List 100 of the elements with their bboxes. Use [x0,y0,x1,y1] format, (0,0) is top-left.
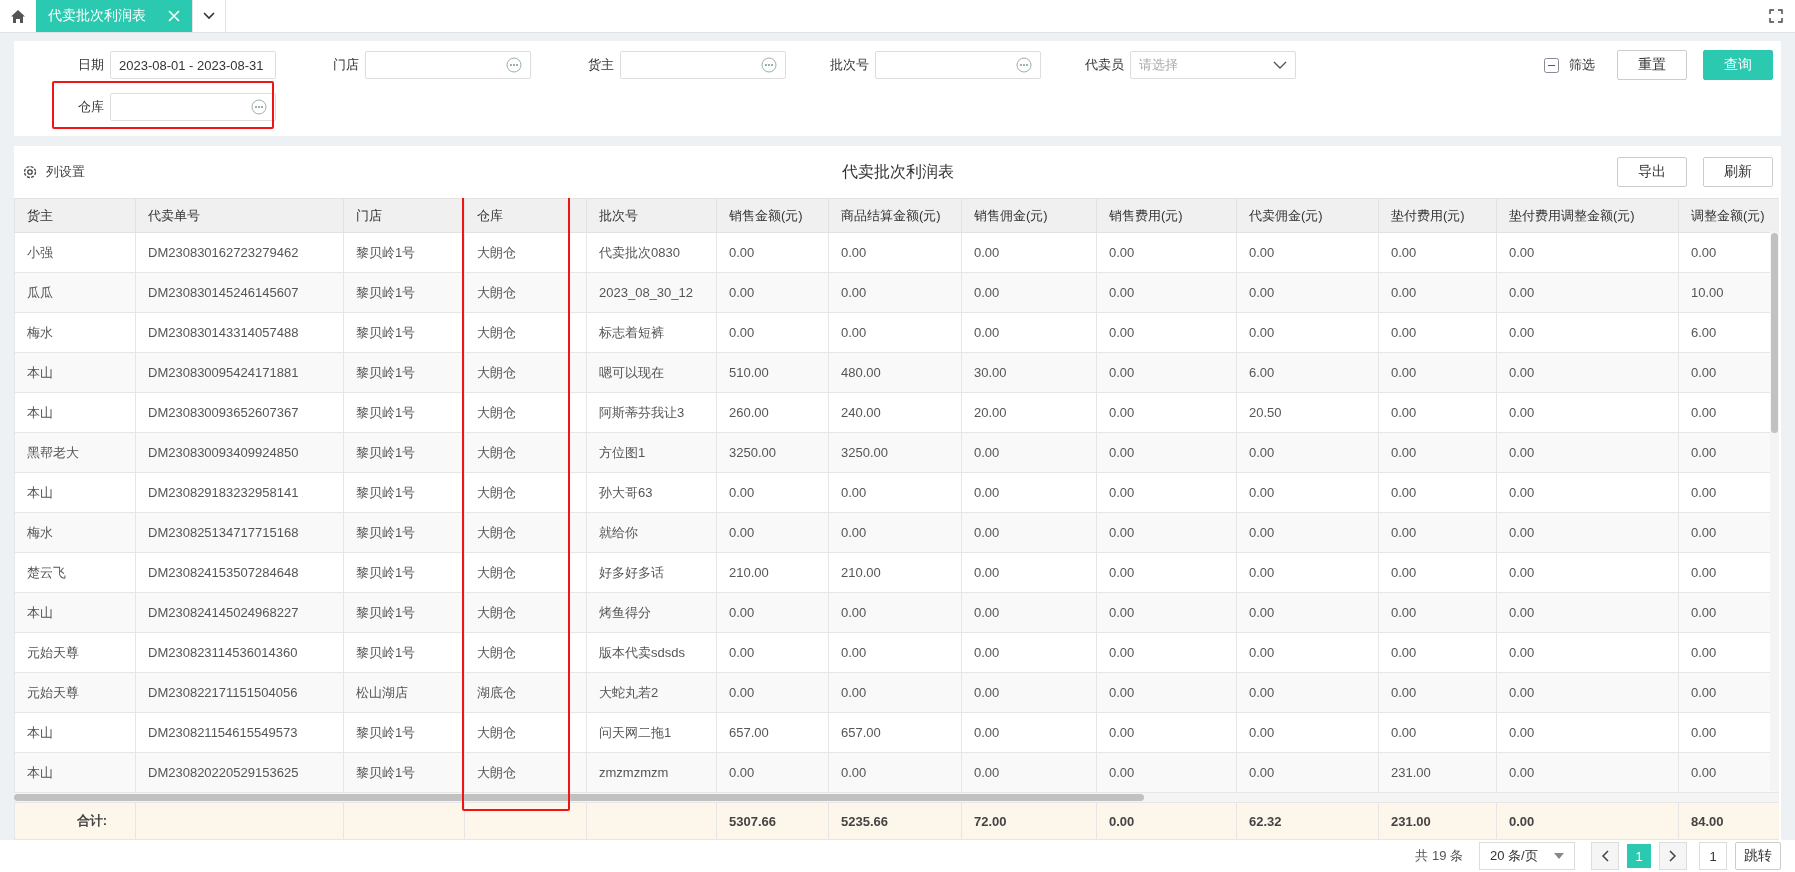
filter-toggle[interactable]: 筛选 [1544,56,1595,74]
table-cell: 本山 [14,352,136,393]
picker-field[interactable] [875,51,1041,79]
table-cell: 0.00 [1378,352,1497,393]
table-cell: 标志着短裤 [586,312,717,353]
table-cell: 本山 [14,752,136,793]
table-cell: 版本代卖sdsds [586,632,717,673]
table-cell: 0.00 [1236,752,1379,793]
column-header[interactable]: 销售金额(元) [716,198,829,233]
page-jump-field[interactable]: 1 [1699,842,1727,870]
total-cell: 0.00 [1496,802,1679,840]
table-cell: 元始天尊 [14,672,136,713]
table-cell: 楚云飞 [14,552,136,593]
table-cell: DM230820220529153625 [135,752,344,793]
table-cell: 黎贝岭1号 [343,552,465,593]
table-cell: 480.00 [828,352,962,393]
table-cell: 黎贝岭1号 [343,512,465,553]
table-cell: 0.00 [1236,432,1379,473]
table-cell: DM230829183232958141 [135,472,344,513]
table-cell: 0.00 [1378,312,1497,353]
previous-page-button[interactable] [1591,842,1619,870]
column-header[interactable]: 货主 [14,198,136,233]
table-cell: 30.00 [961,352,1097,393]
minus-box-icon[interactable] [1544,57,1559,73]
table-cell: 0.00 [1496,712,1679,753]
column-header[interactable]: 门店 [343,198,465,233]
column-header[interactable]: 销售费用(元) [1096,198,1237,233]
table-cell: 本山 [14,472,136,513]
column-header[interactable]: 批次号 [586,198,717,233]
table-cell: 0.00 [1378,392,1497,433]
table-cell: 0.00 [1096,312,1237,353]
vertical-scrollbar[interactable] [1770,231,1779,791]
table-cell: 0.00 [1496,232,1679,273]
table-cell: 黎贝岭1号 [343,712,465,753]
table-cell: 黎贝岭1号 [343,592,465,633]
table-cell: 0.00 [1378,632,1497,673]
more-icon[interactable] [1016,57,1032,73]
column-settings-button[interactable]: 列设置 [22,163,85,181]
date-range-field[interactable]: 2023-08-01 - 2023-08-31 [110,51,276,79]
jump-button[interactable]: 跳转 [1735,842,1781,870]
table-cell: 黎贝岭1号 [343,232,465,273]
column-header[interactable]: 调整金额(元) [1678,198,1779,233]
table-cell: 0.00 [828,272,962,313]
page-size-select[interactable]: 20 条/页 [1479,842,1575,870]
tab-menu-button[interactable] [192,0,226,32]
column-header[interactable]: 代卖单号 [135,198,344,233]
next-page-button[interactable] [1659,842,1687,870]
table-cell: 0.00 [1096,632,1237,673]
table-cell: 方位图1 [586,432,717,473]
table-cell: 0.00 [1496,472,1679,513]
table-cell: 0.00 [1096,352,1237,393]
reset-button[interactable]: 重置 [1617,50,1687,80]
table-cell: 大朗仓 [464,632,587,673]
table-cell: 大朗仓 [464,752,587,793]
column-header[interactable]: 仓库 [464,198,587,233]
toolbar-button[interactable]: 刷新 [1703,157,1773,187]
table-cell: 0.00 [828,752,962,793]
column-header[interactable]: 垫付费用调整金额(元) [1496,198,1679,233]
more-icon[interactable] [251,99,267,115]
table-cell: 0.00 [961,512,1097,553]
chevron-down-icon [1273,61,1287,69]
picker-field[interactable] [110,93,276,121]
table-cell: 黎贝岭1号 [343,312,465,353]
column-header[interactable]: 代卖佣金(元) [1236,198,1379,233]
table-cell: 657.00 [828,712,962,753]
table-cell: 3250.00 [828,432,962,473]
table-cell: 大朗仓 [464,552,587,593]
table-cell: 0.00 [1096,232,1237,273]
table-cell: 本山 [14,712,136,753]
table-cell: 代卖批次0830 [586,232,717,273]
picker-field[interactable] [365,51,531,79]
column-header[interactable]: 商品结算金额(元) [828,198,962,233]
picker-field[interactable] [620,51,786,79]
table-cell: 0.00 [1378,672,1497,713]
more-icon[interactable] [761,57,777,73]
toolbar-button[interactable]: 导出 [1617,157,1687,187]
horizontal-scrollbar[interactable] [14,793,1779,802]
table-cell: 大朗仓 [464,712,587,753]
column-header[interactable]: 销售佣金(元) [961,198,1097,233]
table-cell: 0.00 [1378,472,1497,513]
table-cell: 阿斯蒂芬我让3 [586,392,717,433]
table-cell: 0.00 [1236,232,1379,273]
settings-icon [22,164,38,180]
chevron-down-icon [203,12,215,20]
fullscreen-icon[interactable] [1769,9,1783,23]
table-cell: 黎贝岭1号 [343,272,465,313]
table-cell: 0.00 [1236,672,1379,713]
table-cell: 0.00 [1096,552,1237,593]
table-cell: 大朗仓 [464,312,587,353]
table-cell: DM230824145024968227 [135,592,344,633]
table-cell: 0.00 [1236,712,1379,753]
table-cell: 0.00 [1378,432,1497,473]
table-cell: 0.00 [1496,512,1679,553]
table-cell: 问天网二拖1 [586,712,717,753]
table-cell: 20.50 [1236,392,1379,433]
total-cell: 84.00 [1678,802,1779,840]
column-header[interactable]: 垫付费用(元) [1378,198,1497,233]
more-icon[interactable] [506,57,522,73]
close-icon[interactable] [168,10,180,22]
table-cell: 0.00 [1236,512,1379,553]
